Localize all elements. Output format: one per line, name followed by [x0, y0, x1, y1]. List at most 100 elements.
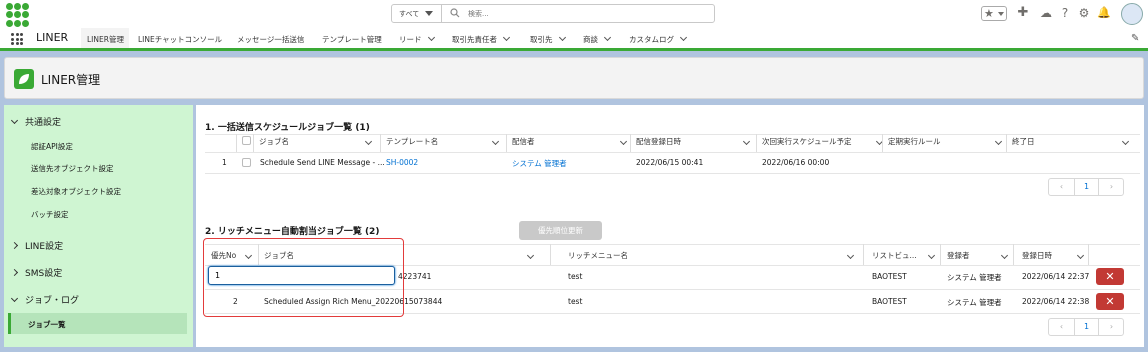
- global-search: すべて: [391, 4, 715, 23]
- chevron-down-icon[interactable]: [927, 251, 936, 260]
- search-scope-select[interactable]: すべて: [392, 5, 442, 22]
- sidebar-section-line[interactable]: LINE設定: [10, 239, 64, 252]
- chevron-down-icon[interactable]: [619, 137, 628, 146]
- col-header-registered[interactable]: 配信登録日時: [636, 136, 753, 147]
- chevron-down-icon[interactable]: [491, 137, 500, 146]
- sidebar-section-label: 共通設定: [25, 118, 62, 128]
- tab-custom-log[interactable]: カスタムログ: [629, 28, 688, 48]
- prev-page-button[interactable]: ‹: [1049, 319, 1074, 335]
- chevron-down-icon[interactable]: [364, 137, 373, 146]
- add-icon[interactable]: ✚: [1016, 6, 1030, 20]
- chevron-down-icon[interactable]: [1076, 251, 1085, 260]
- pagination: ‹ 1 ›: [1048, 178, 1124, 196]
- main-content: 1. 一括送信スケジュールジョブ一覧 (1) ジョブ名 テンプレート名 配信者 …: [196, 105, 1144, 347]
- chevron-down-icon[interactable]: [502, 33, 511, 42]
- sidebar-section-common[interactable]: 共通設定: [10, 115, 62, 128]
- row-number: 1: [222, 158, 227, 167]
- chevron-down-icon[interactable]: [427, 33, 435, 42]
- tab-bulk-message[interactable]: メッセージ一括送信: [237, 28, 304, 48]
- search-scope-label: すべて: [399, 10, 420, 18]
- chevron-down-icon[interactable]: [679, 33, 688, 42]
- tab-label: メッセージ一括送信: [237, 35, 305, 44]
- chevron-down-icon[interactable]: [742, 137, 751, 146]
- col-header-rule[interactable]: 定期実行ルール: [888, 136, 1005, 147]
- cell-next-run: 2022/06/16 00:00: [762, 158, 830, 167]
- sender-link[interactable]: システム 管理者: [512, 158, 567, 169]
- divider: [863, 244, 864, 265]
- next-page-button[interactable]: ›: [1099, 319, 1124, 335]
- page-number[interactable]: 1: [1074, 179, 1099, 195]
- trailhead-icon[interactable]: ☁: [1039, 6, 1053, 20]
- chevron-down-icon[interactable]: [846, 251, 855, 260]
- leaf-icon: [14, 69, 34, 89]
- divider: [630, 134, 631, 152]
- page-number[interactable]: 1: [1074, 319, 1099, 335]
- favorites-button[interactable]: ★: [981, 6, 1007, 21]
- chevron-down-icon[interactable]: [994, 137, 1003, 146]
- chevron-down-icon[interactable]: [1000, 251, 1009, 260]
- cell-registrant: システム 管理者: [947, 298, 1002, 307]
- cell-registered: 2022/06/15 00:41: [636, 158, 704, 167]
- bell-icon[interactable]: 🔔: [1097, 6, 1111, 20]
- tab-liner-admin[interactable]: LINER管理: [81, 28, 129, 51]
- col-header-next-run[interactable]: 次回実行スケジュール予定: [762, 136, 884, 147]
- col-label: リッチメニュー名: [568, 251, 628, 260]
- cell-registered: 2022/06/14 22:38: [1022, 297, 1090, 306]
- sidebar-item-job-list[interactable]: ジョブ一覧: [8, 313, 187, 334]
- divider: [1006, 134, 1007, 152]
- sidebar-item-auth-api[interactable]: 認証API設定: [31, 141, 73, 152]
- row-checkbox[interactable]: [242, 158, 251, 167]
- tab-label: 取引先責任者: [452, 35, 497, 44]
- page-header: LINER管理: [4, 57, 1144, 99]
- select-all-checkbox[interactable]: [242, 136, 251, 145]
- col-header-end-date[interactable]: 終了日: [1012, 136, 1132, 147]
- template-link[interactable]: SH-0002: [386, 158, 418, 167]
- col-header-list-view[interactable]: リストビュ...: [872, 250, 936, 261]
- tab-leads[interactable]: リード: [399, 28, 435, 48]
- search-input[interactable]: [468, 6, 708, 21]
- avatar[interactable]: [1121, 3, 1143, 25]
- cell-registrant: システム 管理者: [947, 273, 1002, 282]
- tab-accounts[interactable]: 取引先: [530, 28, 566, 48]
- col-label: 登録日時: [1022, 251, 1052, 260]
- help-icon[interactable]: ?: [1058, 6, 1072, 20]
- col-header-sender[interactable]: 配信者: [512, 136, 630, 147]
- col-header-registrant[interactable]: 登録者: [947, 250, 1011, 261]
- sidebar-item-merge-object[interactable]: 差込対象オブジェクト設定: [31, 186, 121, 197]
- divider: [205, 152, 1140, 153]
- tab-contacts[interactable]: 取引先責任者: [452, 28, 511, 48]
- star-icon: ★: [984, 7, 994, 20]
- cell-rich-menu: test: [568, 272, 583, 281]
- next-page-button[interactable]: ›: [1099, 179, 1124, 195]
- tab-template-admin[interactable]: テンプレート管理: [322, 28, 382, 48]
- sidebar-section-label: LINE設定: [25, 242, 64, 252]
- sidebar-section-job-log[interactable]: ジョブ・ログ: [10, 293, 79, 306]
- col-label: 定期実行ルール: [888, 137, 941, 146]
- col-header-job-name[interactable]: ジョブ名: [259, 136, 375, 147]
- chevron-down-icon[interactable]: [603, 33, 612, 42]
- brand-logo-icon[interactable]: [6, 3, 30, 27]
- chevron-down-icon[interactable]: [558, 33, 566, 42]
- col-label: 配信登録日時: [636, 137, 681, 146]
- delete-button[interactable]: ✕: [1096, 268, 1124, 285]
- chevron-down-icon[interactable]: [526, 251, 535, 260]
- update-priority-button[interactable]: 優先順位更新: [519, 221, 602, 240]
- app-launcher-icon[interactable]: [11, 33, 23, 45]
- pencil-icon[interactable]: ✎: [1131, 33, 1139, 44]
- gear-icon[interactable]: ⚙: [1077, 6, 1091, 20]
- prev-page-button[interactable]: ‹: [1049, 179, 1074, 195]
- sidebar-item-target-object[interactable]: 送信先オブジェクト設定: [31, 163, 114, 174]
- schedule-job-title: 1. 一括送信スケジュールジョブ一覧 (1): [205, 123, 370, 133]
- col-header-registered[interactable]: 登録日時: [1022, 250, 1086, 261]
- col-label: テンプレート名: [386, 137, 439, 146]
- col-header-template[interactable]: テンプレート名: [386, 136, 502, 147]
- delete-button[interactable]: ✕: [1096, 293, 1124, 310]
- tab-line-chat-console[interactable]: LINEチャットコンソール: [138, 28, 222, 48]
- col-header-rich-menu[interactable]: リッチメニュー名: [568, 250, 858, 261]
- sidebar-item-batch[interactable]: バッチ設定: [31, 209, 69, 220]
- tab-label: リード: [399, 35, 422, 44]
- sidebar-section-sms[interactable]: SMS設定: [10, 266, 62, 279]
- search-icon: [450, 8, 460, 18]
- chevron-down-icon[interactable]: [1121, 137, 1130, 146]
- tab-opportunities[interactable]: 商談: [583, 28, 612, 48]
